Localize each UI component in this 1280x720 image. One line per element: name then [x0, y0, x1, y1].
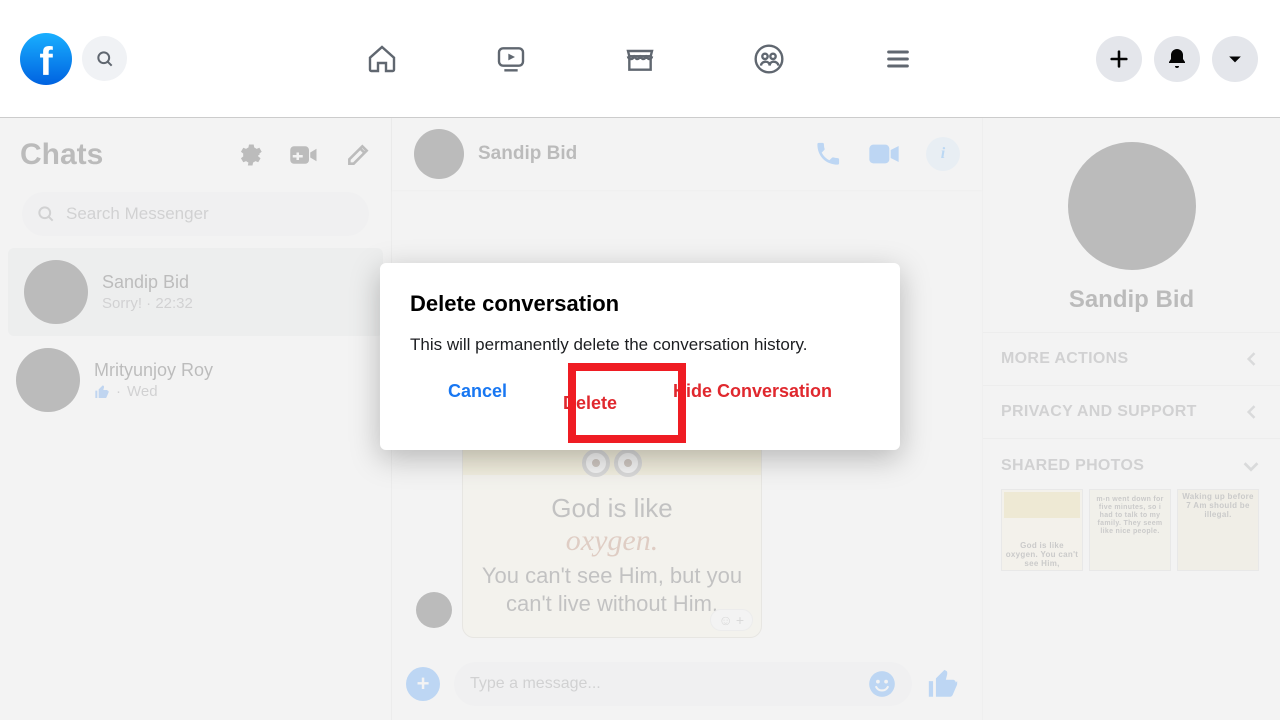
nav-menu[interactable] [881, 42, 915, 76]
global-search-button[interactable] [82, 36, 127, 81]
home-icon [366, 43, 398, 75]
search-icon [95, 49, 115, 69]
delete-button[interactable]: Delete [541, 381, 639, 426]
modal-title: Delete conversation [410, 291, 870, 317]
watch-icon [495, 43, 527, 75]
create-button[interactable] [1096, 36, 1142, 82]
delete-conversation-modal: Delete conversation This will permanentl… [380, 263, 900, 450]
plus-icon [1108, 48, 1130, 70]
hamburger-icon [884, 45, 912, 73]
notifications-button[interactable] [1154, 36, 1200, 82]
center-nav [365, 42, 915, 76]
hide-conversation-button[interactable]: Hide Conversation [673, 381, 832, 426]
account-button[interactable] [1212, 36, 1258, 82]
top-bar: f [0, 0, 1280, 118]
groups-icon [753, 43, 785, 75]
modal-body: This will permanently delete the convers… [410, 335, 870, 355]
caret-down-icon [1225, 49, 1245, 69]
top-right-actions [1096, 36, 1258, 82]
bell-icon [1165, 47, 1189, 71]
modal-actions: Cancel Delete Hide Conversation [410, 381, 870, 426]
cancel-button[interactable]: Cancel [448, 381, 507, 426]
nav-groups[interactable] [752, 42, 786, 76]
nav-home[interactable] [365, 42, 399, 76]
nav-marketplace[interactable] [623, 42, 657, 76]
marketplace-icon [624, 43, 656, 75]
nav-watch[interactable] [494, 42, 528, 76]
facebook-logo[interactable]: f [20, 33, 72, 85]
